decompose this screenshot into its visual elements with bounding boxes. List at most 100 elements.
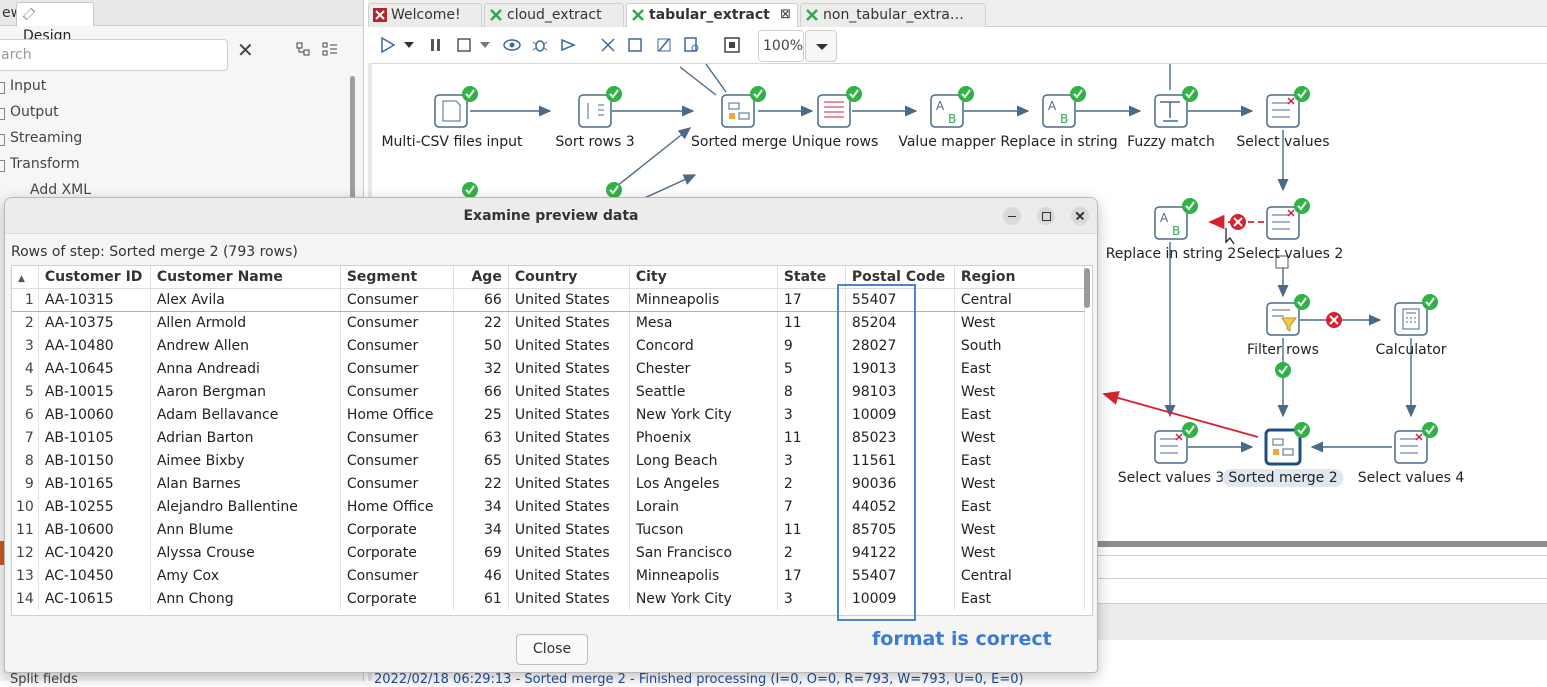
column-header[interactable]: State — [777, 266, 846, 289]
column-header[interactable]: Customer Name — [150, 266, 341, 289]
table-cell[interactable]: United States — [508, 426, 630, 449]
hop-ok-icon[interactable] — [1275, 362, 1291, 378]
row-number[interactable]: 14 — [12, 587, 39, 610]
table-cell[interactable]: New York City — [629, 587, 778, 610]
maximize-button[interactable] — [1037, 207, 1055, 225]
step-sorted-merge-2[interactable] — [1264, 422, 1310, 466]
step-replace-in-string-2[interactable]: AB — [1154, 198, 1198, 240]
table-cell[interactable]: Seattle — [629, 380, 778, 403]
table-cell[interactable]: Amy Cox — [150, 564, 341, 587]
table-cell[interactable]: West — [954, 311, 1085, 334]
table-cell[interactable]: Phoenix — [629, 426, 778, 449]
column-header[interactable]: Segment — [340, 266, 454, 289]
table-cell[interactable]: 11 — [777, 311, 846, 334]
step-select-values-4[interactable] — [1394, 422, 1438, 464]
table-cell[interactable]: AB-10255 — [38, 495, 151, 518]
table-cell[interactable]: 2 — [777, 472, 846, 495]
step-partial-hidden-2[interactable] — [606, 182, 622, 198]
step-select-values-2[interactable] — [1266, 198, 1310, 240]
minimize-button[interactable] — [1003, 207, 1021, 225]
table-cell[interactable]: 2 — [777, 541, 846, 564]
table-cell[interactable]: 66 — [453, 287, 509, 312]
table-cell[interactable]: 22 — [453, 472, 509, 495]
step-select-values-3[interactable] — [1154, 422, 1198, 464]
table-cell[interactable]: 65 — [453, 449, 509, 472]
preview-grid[interactable]: ▲ Customer ID Customer Name Segment Age … — [11, 265, 1093, 616]
table-cell[interactable]: East — [954, 587, 1085, 610]
table-cell[interactable]: New York City — [629, 403, 778, 426]
table-row[interactable]: 9 AB-10165 Alan Barnes Consumer 22 United Sta… — [12, 472, 1085, 495]
table-cell[interactable]: 34 — [453, 518, 509, 541]
table-cell[interactable]: 63 — [453, 426, 509, 449]
row-number[interactable]: 8 — [12, 449, 39, 472]
table-cell[interactable]: United States — [508, 587, 630, 610]
row-number[interactable]: 12 — [12, 541, 39, 564]
table-cell[interactable]: 66 — [453, 380, 509, 403]
table-cell[interactable]: United States — [508, 449, 630, 472]
table-cell[interactable]: 11 — [777, 518, 846, 541]
table-cell[interactable]: AA-10645 — [38, 357, 151, 380]
table-row[interactable]: 7 AB-10105 Adrian Barton Consumer 63 United S… — [12, 426, 1085, 449]
table-row[interactable]: 1 AA-10315 Alex Avila Consumer 66 United Stat… — [12, 287, 1085, 312]
table-cell[interactable]: AB-10150 — [38, 449, 151, 472]
table-cell[interactable]: AA-10375 — [38, 311, 151, 334]
table-cell[interactable]: Adrian Barton — [150, 426, 341, 449]
table-cell[interactable]: West — [954, 472, 1085, 495]
step-calculator[interactable] — [1394, 294, 1438, 336]
table-cell[interactable]: United States — [508, 564, 630, 587]
table-cell[interactable]: United States — [508, 472, 630, 495]
table-cell[interactable]: Alejandro Ballentine — [150, 495, 341, 518]
step-value-mapper[interactable]: AB — [930, 86, 974, 128]
table-row[interactable]: 8 AB-10150 Aimee Bixby Consumer 65 United Sta… — [12, 449, 1085, 472]
table-row[interactable]: 12 AC-10420 Alyssa Crouse Corporate 69 United… — [12, 541, 1085, 564]
step-filter-rows[interactable] — [1266, 294, 1310, 336]
table-cell[interactable]: Consumer — [340, 564, 454, 587]
table-cell[interactable]: Long Beach — [629, 449, 778, 472]
table-cell[interactable]: Anna Andreadi — [150, 357, 341, 380]
table-cell[interactable]: Aimee Bixby — [150, 449, 341, 472]
table-cell[interactable]: AB-10600 — [38, 518, 151, 541]
table-cell[interactable]: Mesa — [629, 311, 778, 334]
table-cell[interactable]: 69 — [453, 541, 509, 564]
row-number[interactable]: 9 — [12, 472, 39, 495]
table-cell[interactable]: Central — [954, 564, 1085, 587]
table-cell[interactable]: Home Office — [340, 403, 454, 426]
table-cell[interactable]: 17 — [777, 564, 846, 587]
table-cell[interactable]: AB-10060 — [38, 403, 151, 426]
table-cell[interactable]: East — [954, 495, 1085, 518]
table-row[interactable]: 11 AB-10600 Ann Blume Corporate 34 United Sta… — [12, 518, 1085, 541]
step-multi-csv-input[interactable] — [434, 86, 478, 128]
table-cell[interactable]: Consumer — [340, 449, 454, 472]
table-cell[interactable]: Corporate — [340, 518, 454, 541]
table-cell[interactable]: 22 — [453, 311, 509, 334]
table-cell[interactable]: 32 — [453, 357, 509, 380]
row-number[interactable]: 7 — [12, 426, 39, 449]
column-header[interactable]: Age — [453, 266, 509, 289]
table-cell[interactable]: 46 — [453, 564, 509, 587]
table-cell[interactable]: 8 — [777, 380, 846, 403]
hop-error-icon[interactable] — [1326, 312, 1342, 328]
column-header[interactable]: Country — [508, 266, 630, 289]
table-cell[interactable]: United States — [508, 541, 630, 564]
table-cell[interactable]: West — [954, 518, 1085, 541]
rownum-header[interactable]: ▲ — [12, 266, 39, 289]
table-cell[interactable]: 17 — [777, 287, 846, 312]
table-cell[interactable]: AB-10165 — [38, 472, 151, 495]
table-cell[interactable]: Alan Barnes — [150, 472, 341, 495]
table-cell[interactable]: Los Angeles — [629, 472, 778, 495]
table-cell[interactable]: Concord — [629, 334, 778, 357]
table-cell[interactable]: United States — [508, 357, 630, 380]
table-cell[interactable]: Alyssa Crouse — [150, 541, 341, 564]
table-cell[interactable]: 50 — [453, 334, 509, 357]
table-cell[interactable]: 25 — [453, 403, 509, 426]
table-cell[interactable]: Ann Chong — [150, 587, 341, 610]
table-cell[interactable]: Corporate — [340, 541, 454, 564]
table-row[interactable]: 4 AA-10645 Anna Andreadi Consumer 32 United S… — [12, 357, 1085, 380]
table-cell[interactable]: Chester — [629, 357, 778, 380]
table-cell[interactable]: 3 — [777, 587, 846, 610]
row-number[interactable]: 11 — [12, 518, 39, 541]
table-cell[interactable]: 11 — [777, 426, 846, 449]
table-row[interactable]: 6 AB-10060 Adam Bellavance Home Office 25 Uni… — [12, 403, 1085, 426]
close-button[interactable]: Close — [516, 634, 588, 665]
step-select-values[interactable] — [1266, 86, 1310, 128]
